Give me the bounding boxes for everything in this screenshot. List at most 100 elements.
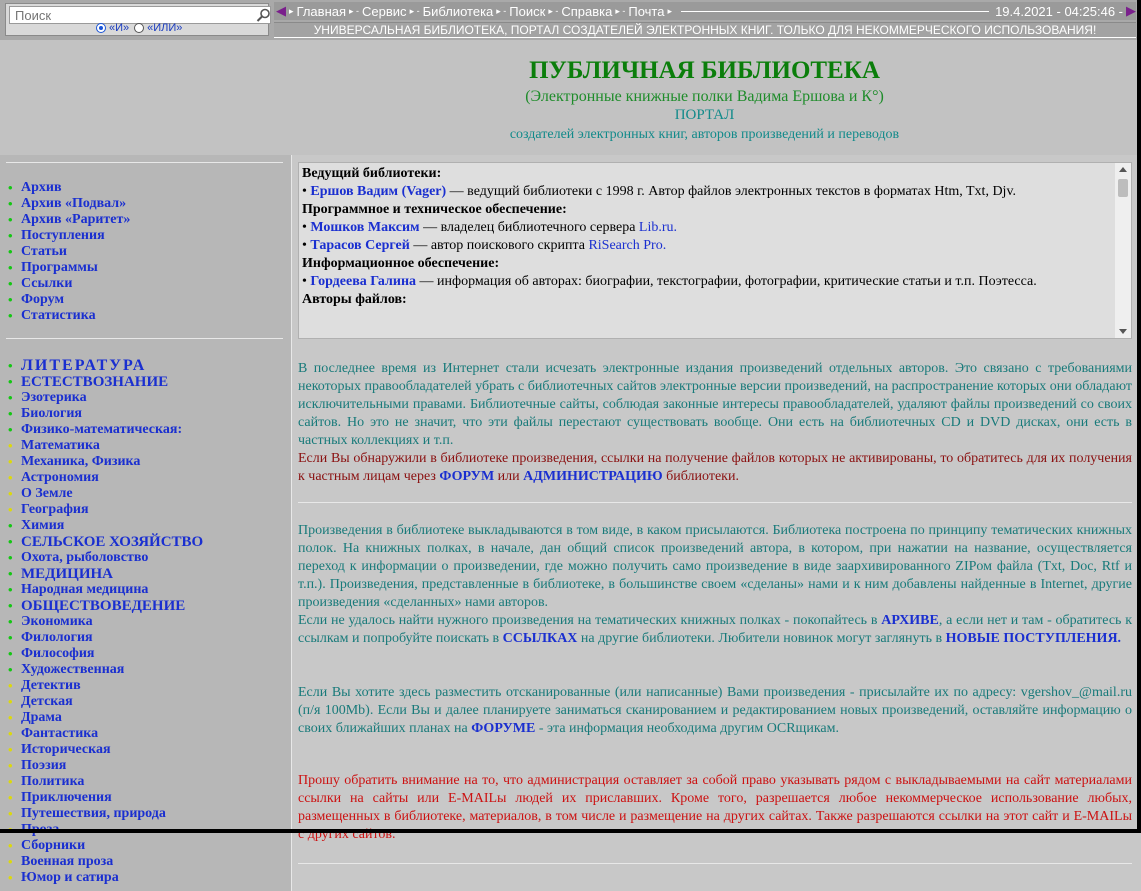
sidebar-item[interactable]: • Архив: [8, 180, 130, 196]
sidebar-item-label: Форум: [21, 292, 64, 307]
creators-label: создателей электронных книг, авторов про…: [509, 127, 900, 142]
sidebar-item-label: География: [21, 502, 89, 517]
sidebar-item[interactable]: • Охота, рыболовство: [8, 550, 203, 566]
sidebar-item[interactable]: • Математика: [8, 438, 203, 454]
staff-site-link[interactable]: RiSearch Pro.: [588, 238, 666, 253]
sidebar-item[interactable]: • О Земле: [8, 486, 203, 502]
sidebar-item-literature[interactable]: • ЛИТЕРАТУРА: [8, 357, 203, 374]
sidebar-item[interactable]: • Программы: [8, 260, 130, 276]
sidebar-item-label: Программы: [21, 260, 98, 275]
staff-name-link[interactable]: Ершов Вадим (Vager): [310, 184, 446, 199]
sidebar-item[interactable]: • Эзотерика: [8, 390, 203, 406]
sidebar-item[interactable]: • Экономика: [8, 614, 203, 630]
upload-paragraph: Если Вы хотите здесь разместить отсканир…: [298, 685, 1132, 736]
staff-site-link[interactable]: Lib.ru.: [639, 220, 677, 235]
sidebar-item[interactable]: • Путешествия, природа: [8, 806, 203, 822]
sidebar-item[interactable]: • Сборники: [8, 838, 203, 854]
staff-entry: • Мошков Максим — владелец библиотечного…: [302, 220, 678, 235]
sidebar-item[interactable]: • МЕДИЦИНА: [8, 566, 203, 582]
sidebar-item[interactable]: • Физико-математическая:: [8, 422, 203, 438]
admin-link[interactable]: АДМИНИСТРАЦИЮ: [523, 469, 663, 484]
sidebar-item[interactable]: • Политика: [8, 774, 203, 790]
sidebar-item[interactable]: • Астрономия: [8, 470, 203, 486]
sidebar-item[interactable]: • Поэзия: [8, 758, 203, 774]
radio-and[interactable]: [96, 23, 106, 33]
search-box: «И» «ИЛИ»: [5, 3, 272, 36]
sidebar-item[interactable]: • Детская: [8, 694, 203, 710]
datetime: 19.4.2021 - 04:25:46 -: [995, 3, 1123, 19]
sidebar-divider: [6, 338, 283, 339]
sidebar-item-label: Химия: [21, 518, 65, 533]
sidebar-item-label: О Земле: [21, 486, 73, 501]
sidebar-item-label: Политика: [21, 774, 85, 789]
sidebar-item-label: Фантастика: [21, 726, 99, 741]
staff-name-link[interactable]: Тарасов Сергей: [310, 238, 409, 253]
sidebar-item[interactable]: • Военная проза: [8, 854, 203, 870]
nav-divider: [680, 10, 990, 12]
sidebar-item-label: Детектив: [21, 678, 81, 693]
info-paragraph: Произведения в библиотеке выкладываются …: [298, 523, 1132, 646]
sidebar-item[interactable]: • Биология: [8, 406, 203, 422]
staff-scrollbox[interactable]: Ведущий библиотеки: • Ершов Вадим (Vager…: [298, 162, 1132, 339]
sidebar-item-label: ОБЩЕСТВОВЕДЕНИЕ: [21, 597, 186, 614]
radio-or[interactable]: [134, 23, 145, 33]
scroll-thumb[interactable]: [1118, 179, 1128, 197]
sidebar-item[interactable]: • Форум: [8, 292, 130, 308]
search-icon[interactable]: [256, 8, 272, 22]
staff-list: Ведущий библиотеки: • Ершов Вадим (Vager…: [302, 165, 1110, 309]
scroll-down-icon[interactable]: [1119, 329, 1127, 334]
sidebar-item[interactable]: • Филология: [8, 630, 203, 646]
sidebar-item-label: Поступления: [21, 228, 105, 243]
sidebar-item[interactable]: • Химия: [8, 518, 203, 534]
window-edge: [1137, 0, 1141, 833]
nav-search[interactable]: Поиск: [509, 4, 545, 19]
sidebar-item-label: Эзотерика: [21, 390, 87, 405]
page-title: ПУБЛИЧНАЯ БИБЛИОТЕКА: [529, 57, 880, 84]
nav-help[interactable]: Справка: [561, 4, 612, 19]
sidebar-item-label: СЕЛЬСКОЕ ХОЗЯЙСТВО: [21, 533, 204, 550]
sidebar-item[interactable]: • Архив «Подвал»: [8, 196, 130, 212]
sidebar-item[interactable]: • Драма: [8, 710, 203, 726]
sidebar-item[interactable]: • Философия: [8, 646, 203, 662]
nav-service[interactable]: Сервис: [362, 4, 407, 19]
sidebar-item[interactable]: • Архив «Раритет»: [8, 212, 130, 228]
sidebar-item-label: Историческая: [21, 742, 111, 757]
sidebar-item[interactable]: • ЕСТЕСТВОЗНАНИЕ: [8, 374, 203, 390]
sidebar-item[interactable]: • Фантастика: [8, 726, 203, 742]
sidebar-item-label: Художественная: [21, 662, 125, 677]
archive-link[interactable]: АРХИВЕ: [881, 613, 939, 628]
triangle-right-icon: ▶: [1126, 3, 1136, 18]
sidebar-item[interactable]: • География: [8, 502, 203, 518]
nav-home[interactable]: Главная: [297, 4, 346, 19]
forum-link[interactable]: ФОРУМ: [439, 469, 494, 484]
staff-name-link[interactable]: Гордеева Галина: [310, 274, 416, 289]
sidebar-item[interactable]: • Народная медицина: [8, 582, 203, 598]
forum-link[interactable]: ФОРУМЕ: [471, 721, 535, 736]
sidebar-item-label: Поэзия: [21, 758, 67, 773]
sidebar-item-label: Путешествия, природа: [21, 806, 166, 821]
sidebar-item[interactable]: • Юмор и сатира: [8, 870, 203, 886]
staff-name-link[interactable]: Мошков Максим: [310, 220, 419, 235]
sidebar-item[interactable]: • Историческая: [8, 742, 203, 758]
sidebar-item-label: Экономика: [21, 614, 93, 629]
sidebar-item[interactable]: • Статистика: [8, 308, 130, 324]
triangle-left-icon: ◀: [276, 3, 286, 18]
sidebar-item[interactable]: • СЕЛЬСКОЕ ХОЗЯЙСТВО: [8, 534, 203, 550]
scrollbar[interactable]: [1115, 163, 1131, 338]
sidebar-item[interactable]: • ОБЩЕСТВОВЕДЕНИЕ: [8, 598, 203, 614]
sidebar-item[interactable]: • Детектив: [8, 678, 203, 694]
links-link[interactable]: ССЫЛКАХ: [503, 631, 578, 646]
staff-entry: • Тарасов Сергей — автор поискового скри…: [302, 238, 667, 253]
sidebar-item[interactable]: • Поступления: [8, 228, 130, 244]
sidebar-item[interactable]: • Статьи: [8, 244, 130, 260]
new-arrivals-link[interactable]: НОВЫЕ ПОСТУПЛЕНИЯ.: [946, 631, 1121, 646]
search-mode: «И» «ИЛИ»: [96, 22, 182, 34]
sidebar-item[interactable]: • Ссылки: [8, 276, 130, 292]
sidebar-item-label: Философия: [21, 646, 95, 661]
scroll-up-icon[interactable]: [1119, 167, 1127, 172]
sidebar-item[interactable]: • Приключения: [8, 790, 203, 806]
nav-mail[interactable]: Почта: [628, 4, 664, 19]
nav-library[interactable]: Библиотека: [423, 4, 494, 19]
sidebar-item[interactable]: • Механика, Физика: [8, 454, 203, 470]
sidebar-item[interactable]: • Художественная: [8, 662, 203, 678]
